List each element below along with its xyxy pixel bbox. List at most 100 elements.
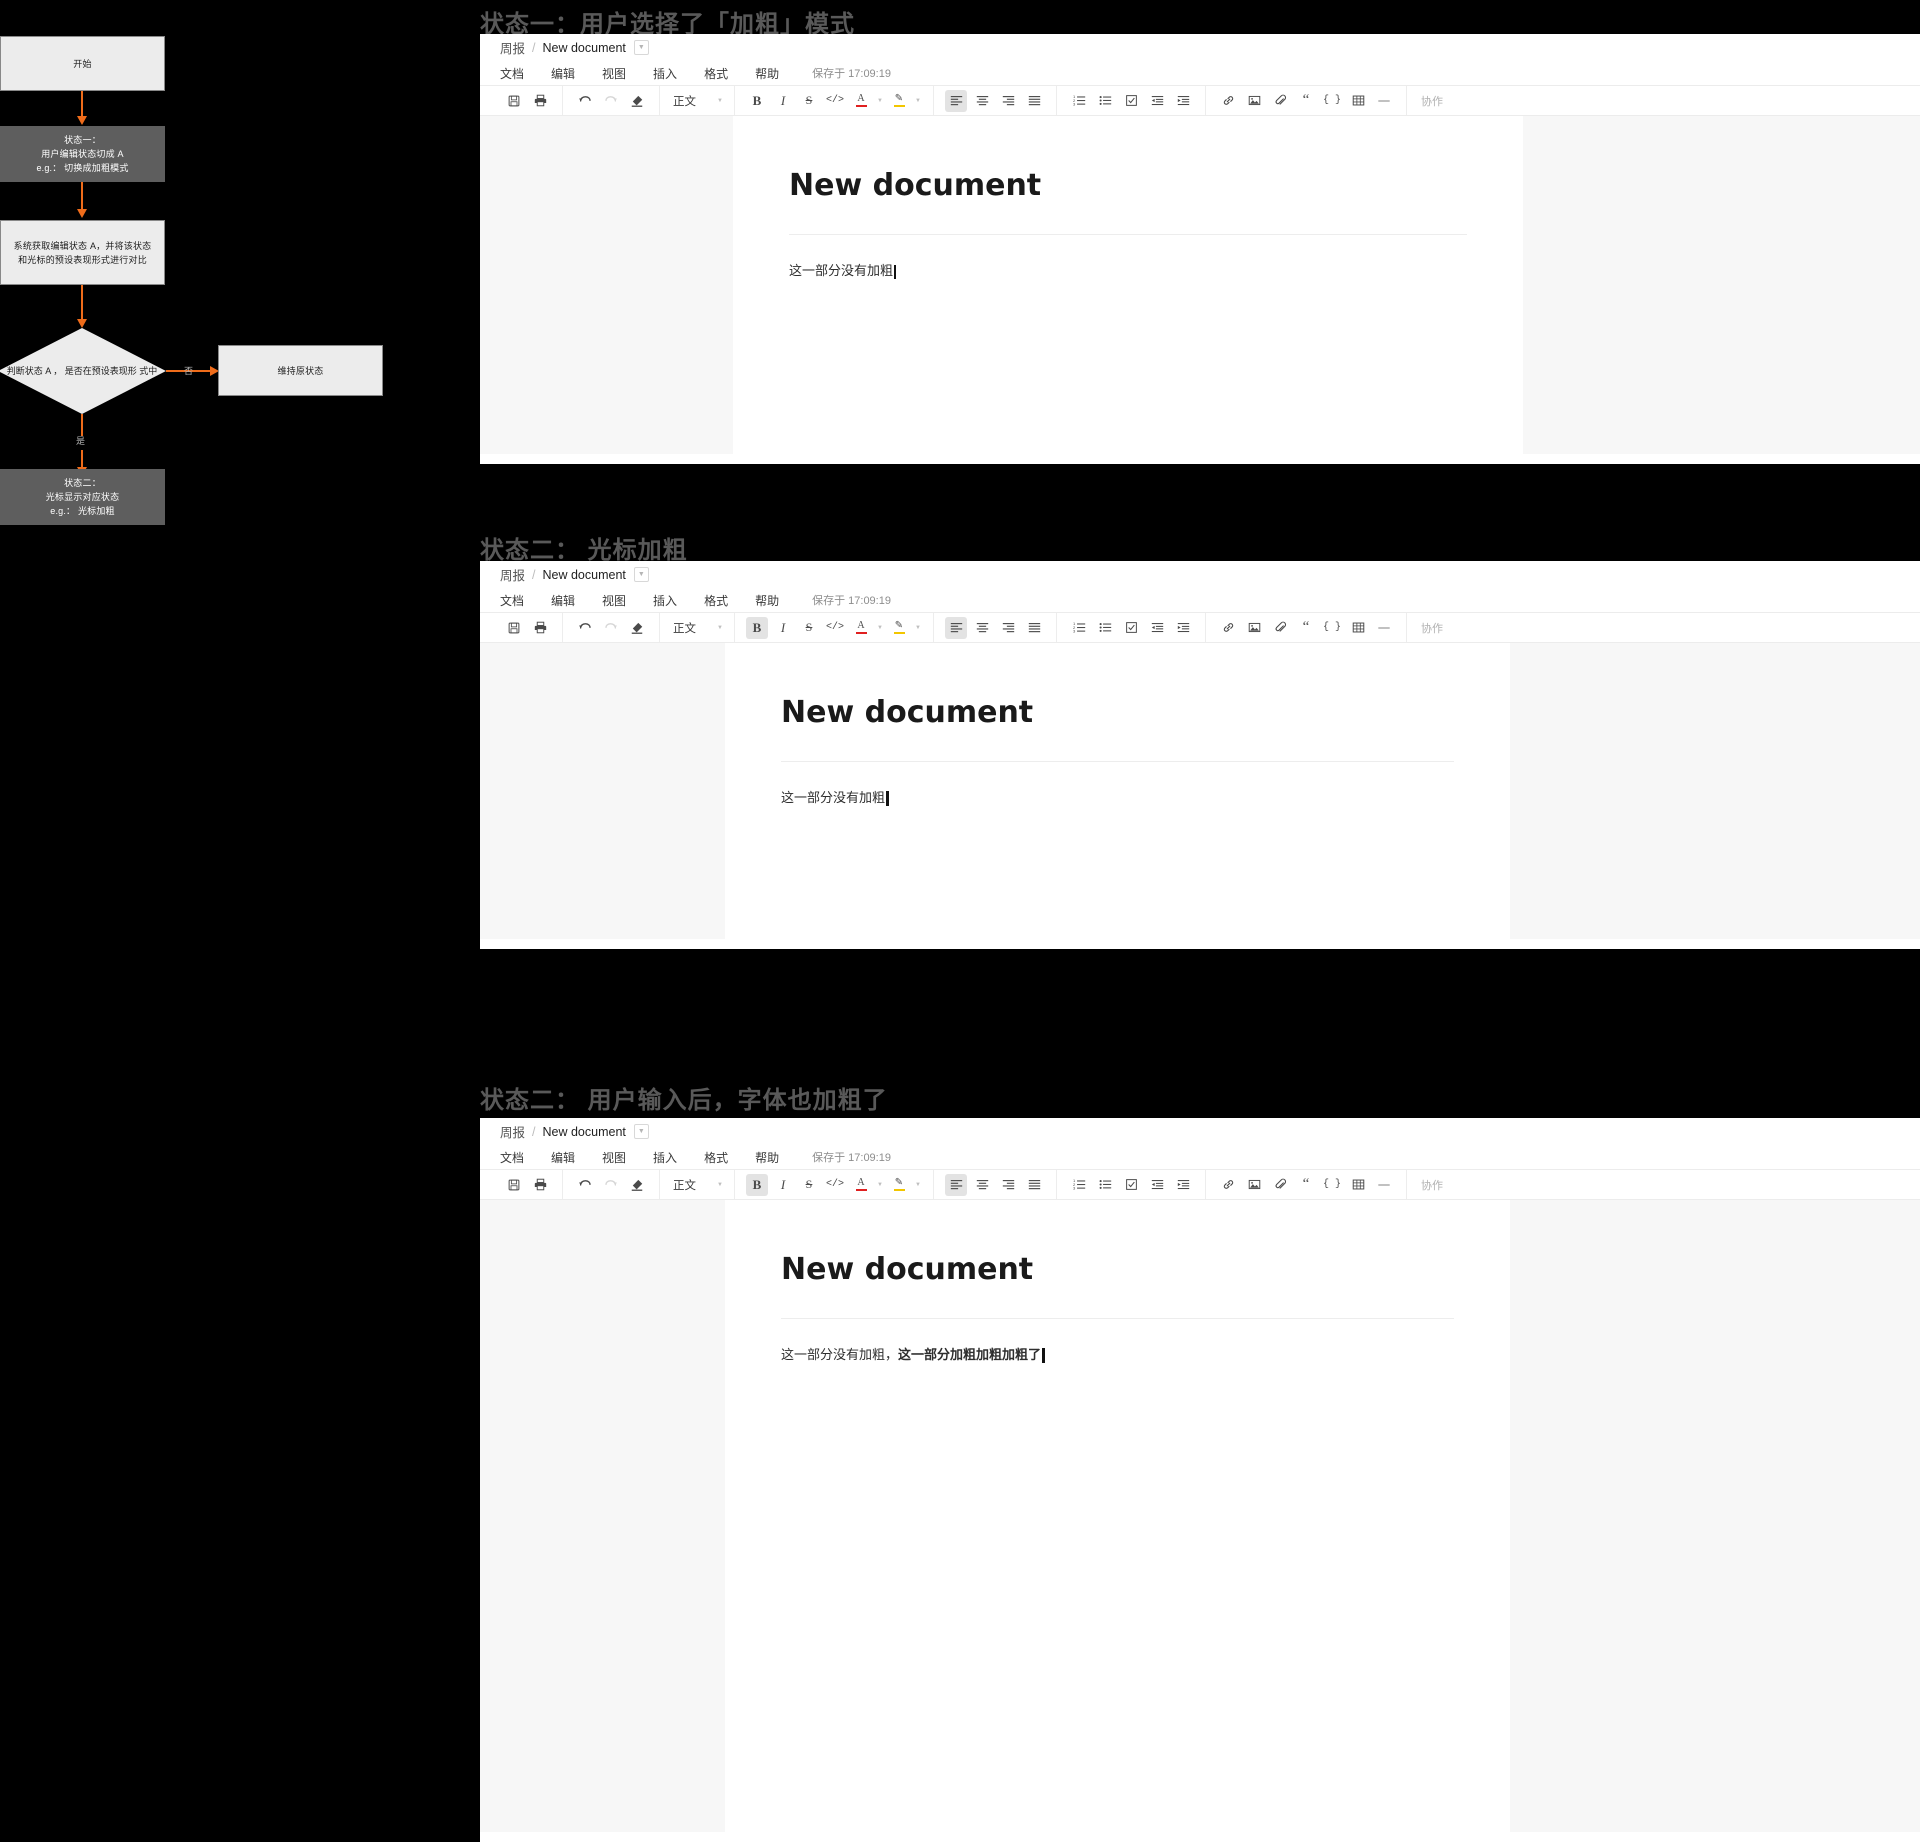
menu-item-view-3[interactable]: 视图 [602, 1149, 626, 1166]
breadcrumb-root-2[interactable]: 周报 [500, 565, 525, 584]
document-paragraph-3[interactable]: 这一部分没有加粗，这一部分加粗加粗加粗了 [781, 1345, 1454, 1365]
menu-item-format-2[interactable]: 格式 [704, 592, 728, 609]
save-icon-3[interactable] [503, 1174, 525, 1196]
document-title-2[interactable]: New document [781, 695, 1454, 731]
link-icon-2[interactable] [1217, 617, 1239, 639]
image-icon-1[interactable] [1243, 90, 1265, 112]
indent-icon-1[interactable] [1172, 90, 1194, 112]
menu-item-format-3[interactable]: 格式 [704, 1149, 728, 1166]
save-icon-1[interactable] [503, 90, 525, 112]
chevron-down-icon-font-color-1[interactable]: ▼ [874, 91, 886, 111]
align-center-icon-2[interactable] [971, 617, 993, 639]
menu-item-help-3[interactable]: 帮助 [755, 1149, 779, 1166]
checklist-icon-2[interactable] [1120, 617, 1142, 639]
menu-item-edit-2[interactable]: 编辑 [551, 592, 575, 609]
ordered-list-icon-3[interactable]: 123 [1068, 1174, 1090, 1196]
font-color-icon-2[interactable]: A [850, 617, 872, 639]
document-title-1[interactable]: New document [789, 168, 1467, 204]
attachment-icon-2[interactable] [1269, 617, 1291, 639]
undo-icon-1[interactable] [574, 90, 596, 112]
code-block-icon-1[interactable]: { } [1321, 90, 1343, 112]
undo-icon-3[interactable] [574, 1174, 596, 1196]
menu-item-view-2[interactable]: 视图 [602, 592, 626, 609]
print-icon-1[interactable] [529, 90, 551, 112]
link-icon-3[interactable] [1217, 1174, 1239, 1196]
italic-icon-2[interactable]: I [772, 617, 794, 639]
menu-item-document-2[interactable]: 文档 [500, 592, 524, 609]
print-icon-2[interactable] [529, 617, 551, 639]
breadcrumb-current-2[interactable]: New document [543, 568, 626, 582]
bulleted-list-icon-2[interactable] [1094, 617, 1116, 639]
menu-item-help-1[interactable]: 帮助 [755, 65, 779, 82]
document-title-3[interactable]: New document [781, 1252, 1454, 1288]
collab-label-2[interactable]: 协作 [1406, 613, 1443, 642]
menu-item-insert-3[interactable]: 插入 [653, 1149, 677, 1166]
bulleted-list-icon-3[interactable] [1094, 1174, 1116, 1196]
document-page-2[interactable]: New document 这一部分没有加粗 [725, 643, 1510, 939]
table-icon-2[interactable] [1347, 617, 1369, 639]
font-color-icon-1[interactable]: A [850, 90, 872, 112]
print-icon-3[interactable] [529, 1174, 551, 1196]
paragraph-style-select-1[interactable]: 正文 ▼ [669, 93, 725, 109]
menu-item-document-3[interactable]: 文档 [500, 1149, 524, 1166]
align-left-icon-3[interactable] [945, 1173, 967, 1196]
ordered-list-icon-2[interactable]: 123 [1068, 617, 1090, 639]
collab-label-1[interactable]: 协作 [1406, 86, 1443, 115]
chevron-down-icon-font-color-2[interactable]: ▼ [874, 618, 886, 638]
save-icon-2[interactable] [503, 617, 525, 639]
menu-item-edit-1[interactable]: 编辑 [551, 65, 575, 82]
clear-format-icon-3[interactable] [626, 1174, 648, 1196]
image-icon-3[interactable] [1243, 1174, 1265, 1196]
menu-item-document-1[interactable]: 文档 [500, 65, 524, 82]
chevron-down-icon-font-color-3[interactable]: ▼ [874, 1175, 886, 1195]
menu-item-edit-3[interactable]: 编辑 [551, 1149, 575, 1166]
quote-icon-1[interactable]: “ [1295, 90, 1317, 112]
align-justify-icon-2[interactable] [1023, 617, 1045, 639]
outdent-icon-2[interactable] [1146, 617, 1168, 639]
menu-item-format-1[interactable]: 格式 [704, 65, 728, 82]
chevron-down-icon-highlight-1[interactable]: ▼ [912, 91, 924, 111]
inline-code-icon-1[interactable]: </> [824, 90, 846, 112]
bulleted-list-icon-1[interactable] [1094, 90, 1116, 112]
clear-format-icon-2[interactable] [626, 617, 648, 639]
attachment-icon-1[interactable] [1269, 90, 1291, 112]
indent-icon-3[interactable] [1172, 1174, 1194, 1196]
align-left-icon-1[interactable] [945, 89, 967, 112]
redo-icon-2[interactable] [600, 617, 622, 639]
font-color-icon-3[interactable]: A [850, 1174, 872, 1196]
highlight-color-icon-1[interactable]: ✎ [888, 90, 910, 112]
chevron-down-icon-highlight-2[interactable]: ▼ [912, 618, 924, 638]
image-icon-2[interactable] [1243, 617, 1265, 639]
align-right-icon-1[interactable] [997, 90, 1019, 112]
attachment-icon-3[interactable] [1269, 1174, 1291, 1196]
chevron-down-icon-2[interactable]: ▼ [633, 567, 649, 582]
align-center-icon-1[interactable] [971, 90, 993, 112]
chevron-down-icon-1[interactable]: ▼ [633, 40, 649, 55]
chevron-down-icon-highlight-3[interactable]: ▼ [912, 1175, 924, 1195]
document-page-1[interactable]: New document 这一部分没有加粗 [733, 116, 1523, 454]
strikethrough-icon-1[interactable]: S [798, 90, 820, 112]
align-justify-icon-1[interactable] [1023, 90, 1045, 112]
align-right-icon-3[interactable] [997, 1174, 1019, 1196]
quote-icon-2[interactable]: “ [1295, 617, 1317, 639]
chevron-down-icon-3[interactable]: ▼ [633, 1124, 649, 1139]
strikethrough-icon-3[interactable]: S [798, 1174, 820, 1196]
checklist-icon-3[interactable] [1120, 1174, 1142, 1196]
horizontal-rule-icon-1[interactable] [1373, 90, 1395, 112]
collab-label-3[interactable]: 协作 [1406, 1170, 1443, 1199]
link-icon-1[interactable] [1217, 90, 1239, 112]
redo-icon-1[interactable] [600, 90, 622, 112]
undo-icon-2[interactable] [574, 617, 596, 639]
horizontal-rule-icon-3[interactable] [1373, 1174, 1395, 1196]
breadcrumb-root-1[interactable]: 周报 [500, 38, 525, 57]
outdent-icon-3[interactable] [1146, 1174, 1168, 1196]
breadcrumb-root-3[interactable]: 周报 [500, 1122, 525, 1141]
redo-icon-3[interactable] [600, 1174, 622, 1196]
align-left-icon-2[interactable] [945, 616, 967, 639]
menu-item-help-2[interactable]: 帮助 [755, 592, 779, 609]
bold-icon-1[interactable]: B [746, 90, 768, 112]
quote-icon-3[interactable]: “ [1295, 1174, 1317, 1196]
code-block-icon-3[interactable]: { } [1321, 1174, 1343, 1196]
paragraph-style-select-3[interactable]: 正文 ▼ [669, 1177, 725, 1193]
ordered-list-icon-1[interactable]: 123 [1068, 90, 1090, 112]
